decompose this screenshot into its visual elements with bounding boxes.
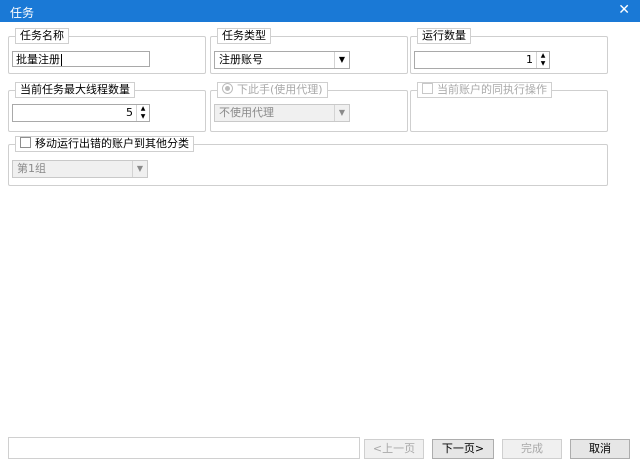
- same-account-group: 当前账户的同执行操作: [410, 82, 608, 132]
- same-account-legend[interactable]: 当前账户的同执行操作: [417, 82, 552, 98]
- stepper-up-icon[interactable]: ▲: [537, 52, 549, 60]
- run-count-label: 运行数量: [417, 28, 471, 44]
- move-failed-value: 第1组: [17, 162, 46, 175]
- chevron-down-icon[interactable]: ▼: [334, 52, 349, 68]
- stepper-buttons[interactable]: ▲ ▼: [136, 105, 149, 121]
- move-failed-checkbox[interactable]: [20, 137, 31, 148]
- task-name-label: 任务名称: [15, 28, 69, 44]
- cancel-button[interactable]: 取消: [570, 439, 630, 459]
- task-name-input[interactable]: 批量注册: [12, 51, 150, 67]
- same-account-label: 当前账户的同执行操作: [437, 83, 547, 96]
- proxy-select[interactable]: 不使用代理 ▼: [214, 104, 350, 122]
- chevron-down-icon[interactable]: ▼: [132, 161, 147, 177]
- stepper-up-icon[interactable]: ▲: [137, 105, 149, 113]
- proxy-legend[interactable]: 下此手(使用代理): [217, 82, 328, 98]
- max-threads-stepper[interactable]: 5 ▲ ▼: [12, 104, 150, 122]
- next-button[interactable]: 下一页>: [432, 439, 494, 459]
- dialog-client: 任务名称 批量注册 任务类型 注册账号 ▼ 运行数量 1 ▲ ▼ 当前任务最大线…: [0, 22, 640, 466]
- stepper-down-icon[interactable]: ▼: [537, 60, 549, 68]
- title-bar: 任务 ✕: [0, 0, 640, 22]
- run-count-stepper[interactable]: 1 ▲ ▼: [414, 51, 550, 69]
- text-caret: [61, 54, 62, 66]
- stepper-down-icon[interactable]: ▼: [137, 113, 149, 121]
- task-type-label: 任务类型: [217, 28, 271, 44]
- chevron-down-icon[interactable]: ▼: [334, 105, 349, 121]
- task-type-select[interactable]: 注册账号 ▼: [214, 51, 350, 69]
- prev-button[interactable]: <上一页: [364, 439, 424, 459]
- run-count-value: 1: [526, 53, 533, 66]
- move-failed-select[interactable]: 第1组 ▼: [12, 160, 148, 178]
- move-failed-label: 移动运行出错的账户到其他分类: [35, 137, 189, 150]
- task-name-value: 批量注册: [16, 53, 60, 66]
- proxy-label: 下此手(使用代理): [237, 83, 323, 96]
- move-failed-legend[interactable]: 移动运行出错的账户到其他分类: [15, 136, 194, 152]
- stepper-buttons[interactable]: ▲ ▼: [536, 52, 549, 68]
- proxy-value: 不使用代理: [219, 106, 274, 119]
- status-panel: [8, 437, 360, 459]
- window-title: 任务: [10, 6, 35, 20]
- task-type-value: 注册账号: [219, 53, 263, 66]
- same-account-checkbox[interactable]: [422, 83, 433, 94]
- finish-button[interactable]: 完成: [502, 439, 562, 459]
- close-icon[interactable]: ✕: [618, 2, 630, 18]
- proxy-radio-icon[interactable]: [222, 83, 233, 94]
- max-threads-value: 5: [126, 106, 133, 119]
- max-threads-label: 当前任务最大线程数量: [15, 82, 135, 98]
